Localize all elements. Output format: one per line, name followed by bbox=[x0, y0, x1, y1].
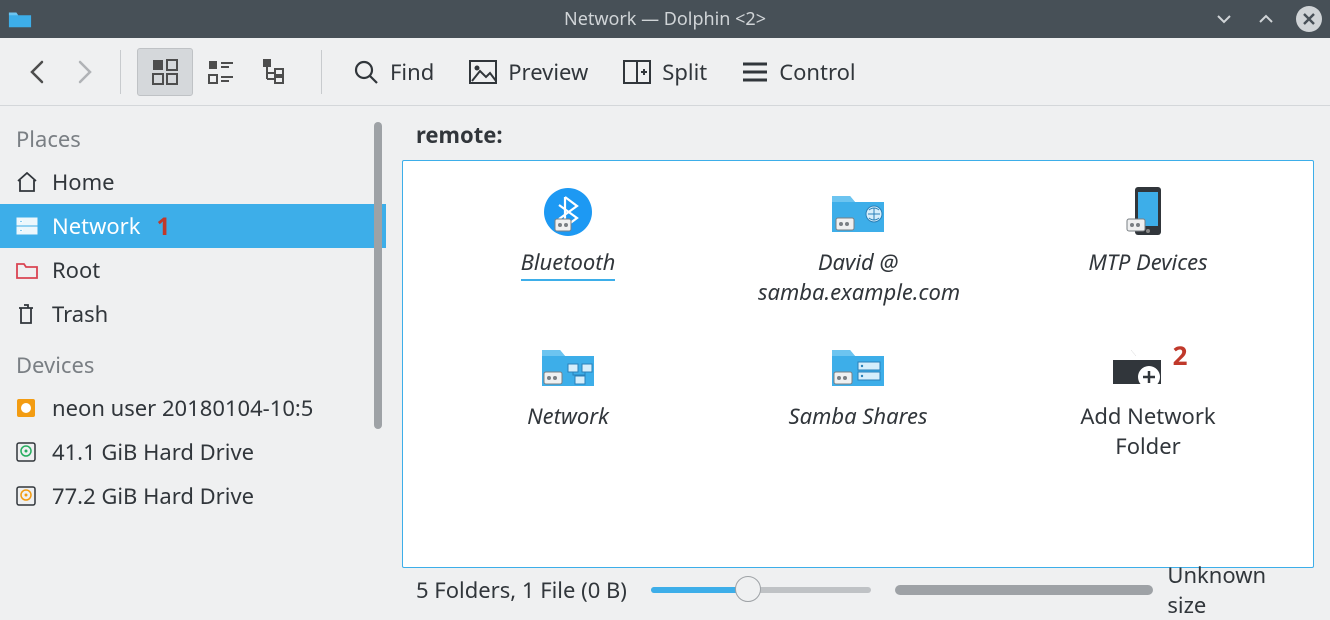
sidebar-item-device-drive-1[interactable]: 41.1 GiB Hard Drive bbox=[0, 430, 386, 474]
toolbar: Find Preview Split Control bbox=[0, 38, 1330, 106]
capacity-text: Unknown size bbox=[1167, 560, 1310, 620]
control-label: Control bbox=[779, 57, 855, 87]
trash-icon bbox=[16, 303, 42, 325]
control-button[interactable]: Control bbox=[727, 48, 869, 96]
capacity-bar bbox=[895, 585, 1153, 595]
tile-add-network-folder[interactable]: 2 Add Network Folder bbox=[1013, 337, 1283, 461]
devices-header: Devices bbox=[0, 346, 386, 386]
preview-icon bbox=[468, 59, 498, 85]
find-label: Find bbox=[390, 57, 434, 87]
compact-view-button[interactable] bbox=[193, 48, 249, 96]
status-summary: 5 Folders, 1 File (0 B) bbox=[416, 575, 627, 605]
minimize-icon[interactable] bbox=[1212, 7, 1236, 31]
preview-button[interactable]: Preview bbox=[454, 48, 602, 96]
home-icon bbox=[16, 172, 42, 192]
hard-drive-icon bbox=[16, 442, 42, 462]
sidebar-item-trash[interactable]: Trash bbox=[0, 292, 386, 336]
window-title: Network — Dolphin <2> bbox=[564, 7, 766, 31]
back-button[interactable] bbox=[18, 50, 58, 94]
maximize-icon[interactable] bbox=[1254, 7, 1278, 31]
tile-samba-shares[interactable]: Samba Shares bbox=[723, 337, 993, 461]
sidebar-scrollbar[interactable] bbox=[374, 122, 382, 602]
network-drive-icon bbox=[16, 217, 42, 235]
search-icon bbox=[352, 58, 380, 86]
sidebar-item-label: Network bbox=[52, 211, 141, 241]
samba-folder-icon bbox=[828, 337, 888, 395]
root-folder-icon bbox=[16, 261, 42, 279]
preview-label: Preview bbox=[508, 57, 588, 87]
tile-label: Add Network Folder bbox=[1068, 401, 1228, 461]
sidebar-item-label: neon user 20180104-10:5 bbox=[52, 393, 313, 423]
menu-icon bbox=[741, 60, 769, 84]
sidebar-item-network[interactable]: Network 1 bbox=[0, 204, 386, 248]
sidebar-item-label: Trash bbox=[52, 299, 108, 329]
split-button[interactable]: Split bbox=[608, 48, 721, 96]
forward-button[interactable] bbox=[64, 50, 104, 94]
places-panel: Places Home Network 1 Root Trash bbox=[0, 106, 386, 612]
annotation-1: 1 bbox=[157, 210, 171, 243]
tile-mtp-devices[interactable]: MTP Devices bbox=[1013, 183, 1283, 307]
split-icon bbox=[622, 59, 652, 85]
main-area: remote: Bluetooth David @ samba.example.… bbox=[386, 106, 1330, 612]
sidebar-item-label: Home bbox=[52, 167, 115, 197]
sidebar-item-device-neon[interactable]: neon user 20180104-10:5 bbox=[0, 386, 386, 430]
tile-samba-david[interactable]: David @ samba.example.com bbox=[723, 183, 993, 307]
status-bar: 5 Folders, 1 File (0 B) Unknown size bbox=[402, 568, 1314, 612]
tile-network[interactable]: Network bbox=[433, 337, 703, 461]
split-label: Split bbox=[662, 57, 707, 87]
sidebar-item-label: Root bbox=[52, 255, 100, 285]
tile-label: Network bbox=[527, 401, 609, 431]
network-folder-icon bbox=[538, 337, 598, 395]
view-mode-toggle bbox=[137, 48, 305, 96]
breadcrumb[interactable]: remote: bbox=[402, 116, 1314, 160]
phone-icon bbox=[1125, 183, 1171, 241]
icons-view-button[interactable] bbox=[137, 48, 193, 96]
file-view[interactable]: Bluetooth David @ samba.example.com MTP … bbox=[402, 160, 1314, 568]
optical-drive-icon bbox=[16, 398, 42, 418]
annotation-2: 2 bbox=[1173, 337, 1188, 373]
tile-label: MTP Devices bbox=[1088, 247, 1207, 277]
sidebar-item-home[interactable]: Home bbox=[0, 160, 386, 204]
app-folder-icon bbox=[8, 9, 32, 29]
hard-drive-icon bbox=[16, 486, 42, 506]
tile-label: Bluetooth bbox=[521, 247, 616, 277]
tile-bluetooth[interactable]: Bluetooth bbox=[433, 183, 703, 307]
sidebar-item-label: 41.1 GiB Hard Drive bbox=[52, 437, 254, 467]
network-folder-icon bbox=[828, 183, 888, 241]
sidebar-item-label: 77.2 GiB Hard Drive bbox=[52, 481, 254, 511]
sidebar-item-device-drive-2[interactable]: 77.2 GiB Hard Drive bbox=[0, 474, 386, 518]
close-icon[interactable] bbox=[1296, 6, 1322, 32]
add-folder-icon bbox=[1109, 337, 1165, 395]
details-view-button[interactable] bbox=[249, 48, 305, 96]
tile-label: Samba Shares bbox=[789, 401, 928, 431]
sidebar-item-root[interactable]: Root bbox=[0, 248, 386, 292]
title-bar: Network — Dolphin <2> bbox=[0, 0, 1330, 38]
separator bbox=[321, 50, 322, 94]
find-button[interactable]: Find bbox=[338, 48, 448, 96]
bluetooth-icon bbox=[541, 183, 595, 241]
zoom-slider[interactable] bbox=[651, 580, 871, 600]
places-header: Places bbox=[0, 120, 386, 160]
window-controls bbox=[1212, 6, 1322, 32]
separator bbox=[120, 50, 121, 94]
tile-label: David @ samba.example.com bbox=[758, 247, 958, 307]
